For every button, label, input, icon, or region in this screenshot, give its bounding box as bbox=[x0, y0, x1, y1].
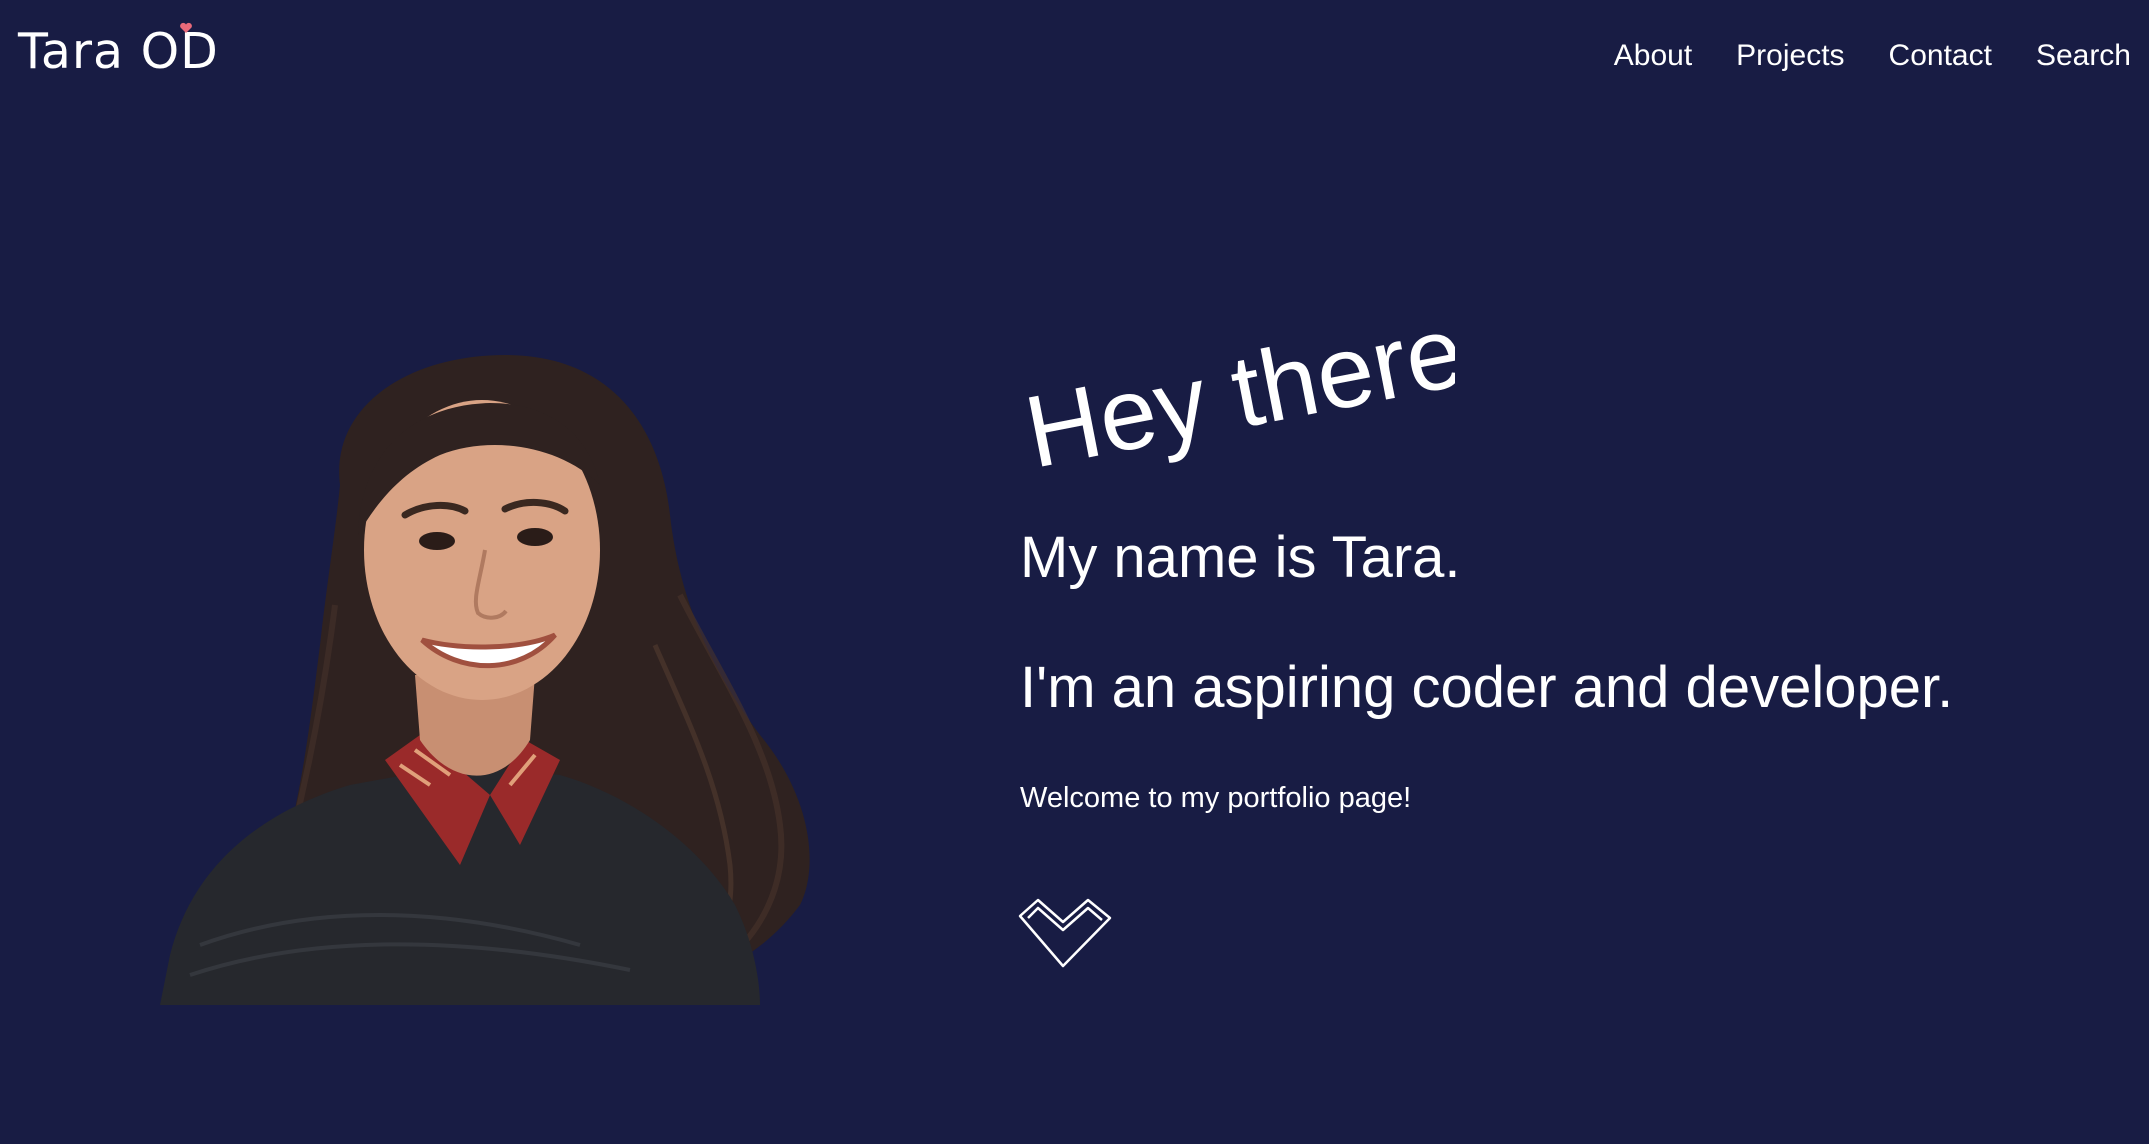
nav-contact-link[interactable]: Contact bbox=[1889, 38, 1992, 74]
logo-heart-icon bbox=[180, 22, 192, 33]
main-nav: About Projects Contact Search bbox=[1614, 38, 2131, 74]
nav-search-link[interactable]: Search bbox=[2036, 38, 2131, 74]
heart-chevron-down-icon[interactable] bbox=[1018, 896, 1114, 974]
nav-projects-link[interactable]: Projects bbox=[1736, 38, 1844, 74]
profile-photo bbox=[160, 355, 810, 1005]
welcome-text: Welcome to my portfolio page! bbox=[1020, 782, 1412, 814]
logo-text: Tara OD bbox=[18, 23, 219, 80]
greeting-text: Hey there! bbox=[1017, 288, 1455, 470]
name-heading: My name is Tara. bbox=[1020, 525, 1461, 590]
site-logo[interactable]: Tara OD bbox=[18, 18, 219, 76]
greeting-heading: Hey there! bbox=[1017, 288, 1455, 470]
nav-about-link[interactable]: About bbox=[1614, 38, 1692, 74]
tagline-heading: I'm an aspiring coder and developer. bbox=[1020, 655, 1954, 720]
